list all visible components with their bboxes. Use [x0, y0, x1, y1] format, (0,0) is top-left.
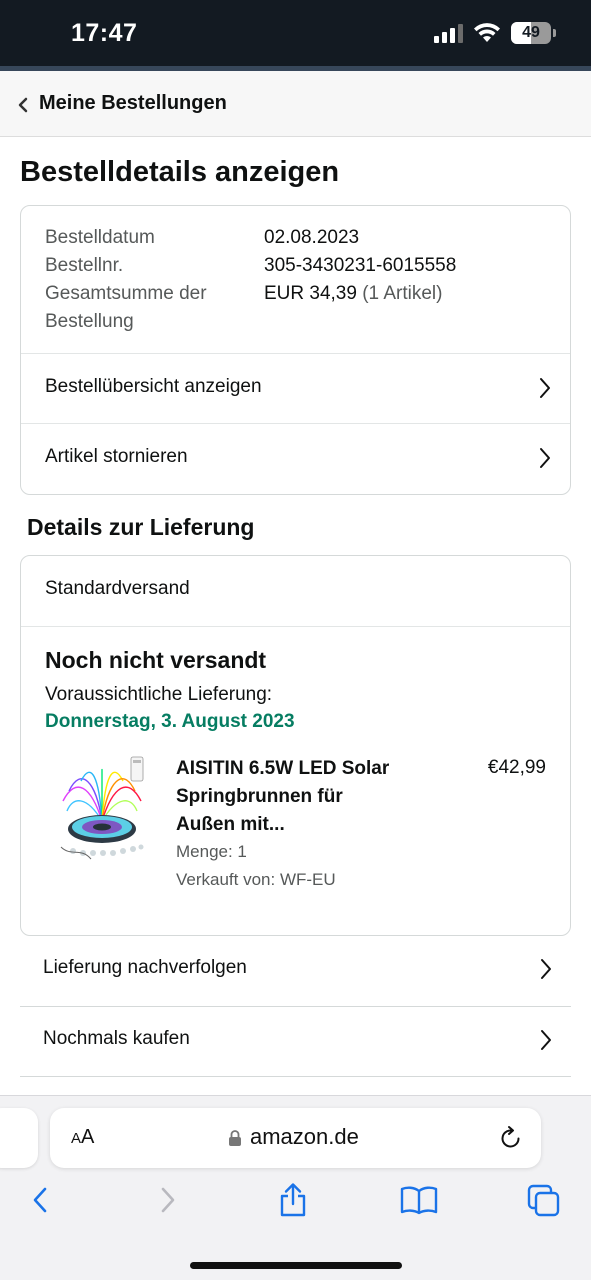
chevron-right-icon	[541, 1030, 551, 1050]
track-delivery-label: Lieferung nachverfolgen	[43, 957, 247, 978]
cancel-items-row[interactable]: Artikel stornieren	[21, 424, 570, 494]
text-size-large-a: A	[81, 1126, 95, 1148]
buy-again-label: Nochmals kaufen	[43, 1028, 190, 1049]
product-title-line: Springbrunnen für	[176, 786, 343, 807]
delivery-section-title: Details zur Lieferung	[27, 514, 255, 540]
view-order-overview-label: Bestellübersicht anzeigen	[45, 376, 262, 397]
view-order-overview-row[interactable]: Bestellübersicht anzeigen	[21, 354, 570, 424]
order-total-label-cont: Bestellung	[45, 311, 134, 332]
shipping-method: Standardversand	[45, 578, 190, 599]
chevron-right-icon	[540, 448, 550, 468]
lock-icon	[229, 1130, 241, 1146]
divider	[20, 1076, 571, 1077]
cancel-items-label: Artikel stornieren	[45, 446, 188, 467]
browser-toolbar: AA amazon.de	[0, 1095, 591, 1280]
status-bar: 17:47 49	[0, 0, 591, 66]
url-text[interactable]: amazon.de	[250, 1124, 359, 1150]
order-summary-card: Bestelldatum 02.08.2023 Bestellnr. 305-3…	[20, 205, 571, 495]
divider	[21, 626, 570, 627]
chevron-right-icon	[541, 959, 551, 979]
order-number-label: Bestellnr.	[45, 255, 124, 276]
forward-arrow-icon[interactable]	[158, 1185, 178, 1215]
bookmarks-icon[interactable]	[400, 1185, 438, 1215]
battery-icon: 49	[511, 22, 556, 44]
product-title-line: AISITIN 6.5W LED Solar	[176, 758, 390, 779]
back-navigation[interactable]: Meine Bestellungen	[0, 71, 591, 137]
product-image[interactable]	[51, 751, 153, 866]
delivery-card: Standardversand Noch nicht versandt Vora…	[20, 555, 571, 936]
text-size-small-a: A	[71, 1130, 82, 1147]
shipment-status: Noch nicht versandt	[45, 647, 267, 673]
product-price: €42,99	[487, 757, 546, 778]
wifi-icon	[474, 23, 500, 42]
order-total-label: Gesamtsumme der	[45, 283, 207, 304]
order-total-amount: EUR 34,39	[264, 283, 357, 304]
battery-level: 49	[522, 24, 540, 41]
chevron-left-icon	[18, 93, 28, 119]
cellular-signal-icon	[434, 23, 463, 43]
order-total-value: EUR 34,39 (1 Artikel)	[264, 283, 442, 305]
order-item-count: (1 Artikel)	[362, 283, 443, 304]
expected-delivery-label: Voraussichtliche Lieferung:	[45, 684, 273, 705]
page-title: Bestelldetails anzeigen	[20, 156, 340, 188]
order-date-label: Bestelldatum	[45, 227, 155, 248]
product-seller: Verkauft von: WF-EU	[176, 870, 336, 889]
previous-tab-preview[interactable]	[0, 1108, 38, 1168]
chevron-right-icon	[540, 378, 550, 398]
share-icon[interactable]	[277, 1182, 309, 1218]
text-size-button[interactable]: AA	[71, 1126, 94, 1149]
order-number-value: 305-3430231-6015558	[264, 255, 457, 276]
product-quantity: Menge: 1	[176, 842, 247, 861]
address-bar[interactable]: AA amazon.de	[50, 1108, 541, 1168]
back-link-label[interactable]: Meine Bestellungen	[39, 92, 227, 115]
order-date-value: 02.08.2023	[264, 227, 360, 248]
product-title[interactable]: AISITIN 6.5W LED Solar Springbrunnen für…	[176, 755, 436, 839]
tabs-icon[interactable]	[527, 1184, 561, 1218]
home-indicator[interactable]	[190, 1262, 402, 1269]
product-title-line: Außen mit...	[176, 814, 285, 835]
track-delivery-row[interactable]: Lieferung nachverfolgen	[20, 935, 571, 1005]
reload-icon[interactable]	[499, 1125, 523, 1151]
back-arrow-icon[interactable]	[30, 1185, 50, 1215]
status-time: 17:47	[71, 19, 138, 47]
expected-delivery-date: Donnerstag, 3. August 2023	[45, 711, 295, 732]
buy-again-row[interactable]: Nochmals kaufen	[20, 1006, 571, 1076]
